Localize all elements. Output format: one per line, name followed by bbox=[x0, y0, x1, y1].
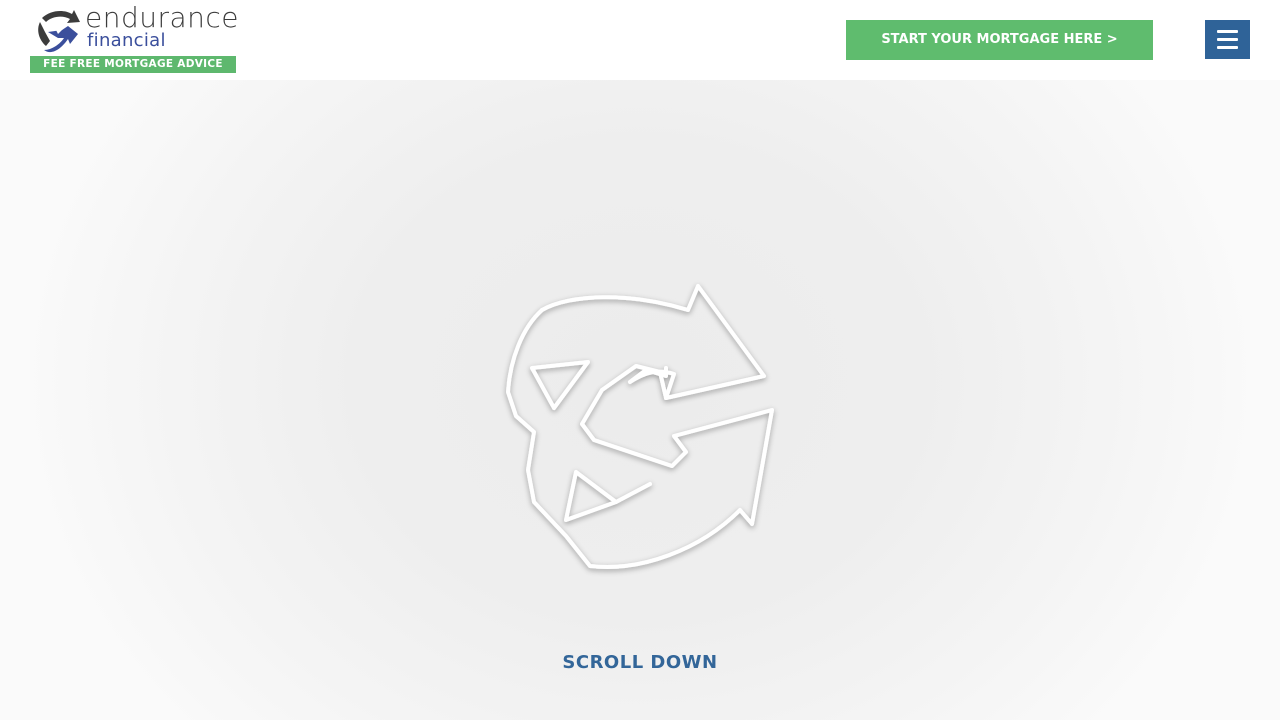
hamburger-bar-top bbox=[1217, 30, 1238, 33]
site-header: endurance financial FEE FREE MORTGAGE AD… bbox=[0, 0, 1280, 80]
start-mortgage-button[interactable]: START YOUR MORTGAGE HERE > bbox=[846, 20, 1153, 60]
logo-wordmark-endurance: endurance bbox=[85, 1, 240, 34]
site-logo[interactable]: endurance financial FEE FREE MORTGAGE AD… bbox=[30, 1, 240, 74]
hamburger-bar-middle bbox=[1217, 38, 1238, 41]
endurance-arrows-outline-icon bbox=[506, 284, 774, 569]
menu-button[interactable] bbox=[1205, 20, 1250, 59]
endurance-arrows-icon bbox=[38, 10, 80, 53]
logo-wordmark-financial: financial bbox=[87, 30, 166, 51]
hero-section: SCROLL DOWN bbox=[0, 80, 1280, 720]
hamburger-bar-bottom bbox=[1217, 46, 1238, 49]
scroll-down-label[interactable]: SCROLL DOWN bbox=[0, 652, 1280, 673]
logo-tagline: FEE FREE MORTGAGE ADVICE bbox=[30, 56, 236, 73]
